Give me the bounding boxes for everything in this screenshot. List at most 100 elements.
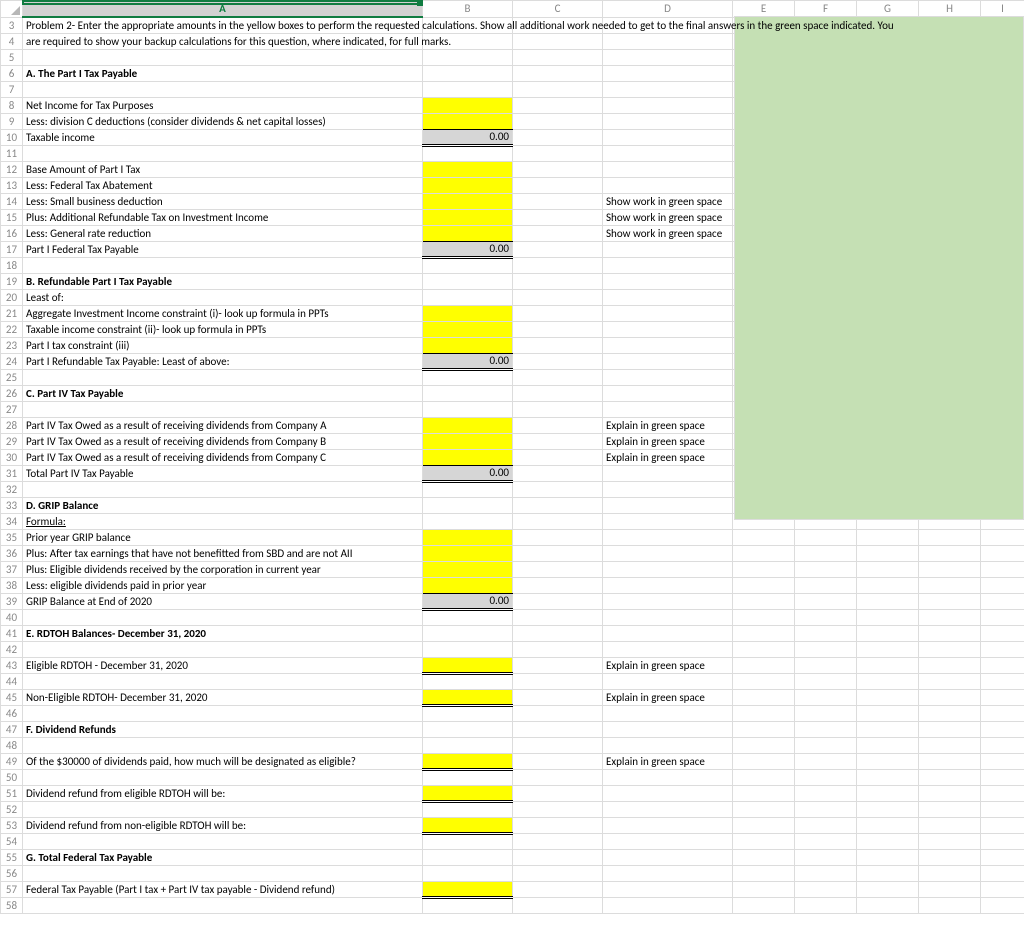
cell-I39[interactable] [981, 593, 1024, 609]
cell-A22[interactable]: Taxable income constraint (ii)- look up … [23, 321, 423, 337]
cell-C10[interactable] [513, 129, 603, 145]
cell-D48[interactable] [603, 737, 733, 753]
cell-A42[interactable] [23, 641, 423, 657]
row-header[interactable]: 22 [1, 321, 23, 337]
cell-B41[interactable] [423, 625, 513, 641]
cell-C46[interactable] [513, 705, 603, 721]
cell-C25[interactable] [513, 369, 603, 385]
cell-H49[interactable] [919, 753, 981, 769]
cell-E46[interactable] [733, 705, 795, 721]
cell-E57[interactable] [733, 881, 795, 897]
cell-A18[interactable] [23, 257, 423, 273]
cell-C7[interactable] [513, 81, 603, 97]
cell-B33[interactable] [423, 497, 513, 513]
cell-B47[interactable] [423, 721, 513, 737]
row-header[interactable]: 20 [1, 289, 23, 305]
cell-C18[interactable] [513, 257, 603, 273]
cell-E47[interactable] [733, 721, 795, 737]
cell-B56[interactable] [423, 865, 513, 881]
column-header-g[interactable]: G [857, 1, 919, 18]
row-header[interactable]: 32 [1, 481, 23, 497]
row-header[interactable]: 54 [1, 833, 23, 849]
row-header[interactable]: 7 [1, 81, 23, 97]
cell-I54[interactable] [981, 833, 1024, 849]
cell-F38[interactable] [795, 577, 857, 593]
cell-D56[interactable] [603, 865, 733, 881]
cell-B40[interactable] [423, 609, 513, 625]
row-header[interactable]: 16 [1, 225, 23, 241]
cell-B18[interactable] [423, 257, 513, 273]
cell-G54[interactable] [857, 833, 919, 849]
row-header[interactable]: 9 [1, 113, 23, 129]
cell-G43[interactable] [857, 657, 919, 673]
cell-C35[interactable] [513, 529, 603, 545]
cell-B50[interactable] [423, 769, 513, 785]
cell-D31[interactable] [603, 465, 733, 481]
cell-B32[interactable] [423, 481, 513, 497]
cell-C52[interactable] [513, 801, 603, 817]
cell-A40[interactable] [23, 609, 423, 625]
cell-I51[interactable] [981, 785, 1024, 801]
cell-H45[interactable] [919, 689, 981, 705]
cell-D8[interactable] [603, 97, 733, 113]
row-header[interactable]: 12 [1, 161, 23, 177]
cell-C34[interactable] [513, 513, 603, 529]
cell-C40[interactable] [513, 609, 603, 625]
cell-F51[interactable] [795, 785, 857, 801]
cell-D30[interactable]: Explain in green space [603, 449, 733, 465]
cell-A33[interactable]: D. GRIP Balance [23, 497, 423, 513]
row-header[interactable]: 10 [1, 129, 23, 145]
cell-C31[interactable] [513, 465, 603, 481]
cell-B8[interactable] [423, 97, 513, 113]
cell-E56[interactable] [733, 865, 795, 881]
cell-A20[interactable]: Least of: [23, 289, 423, 305]
cell-H55[interactable] [919, 849, 981, 865]
cell-B28[interactable] [423, 417, 513, 433]
cell-G48[interactable] [857, 737, 919, 753]
cell-A46[interactable] [23, 705, 423, 721]
cell-B52[interactable] [423, 801, 513, 817]
cell-A26[interactable]: C. Part IV Tax Payable [23, 385, 423, 401]
row-header[interactable]: 14 [1, 193, 23, 209]
column-header-a[interactable]: A [23, 1, 423, 18]
cell-D7[interactable] [603, 81, 733, 97]
row-header[interactable]: 11 [1, 145, 23, 161]
cell-D28[interactable]: Explain in green space [603, 417, 733, 433]
cell-D47[interactable] [603, 721, 733, 737]
cell-A29[interactable]: Part IV Tax Owed as a result of receivin… [23, 433, 423, 449]
cell-F49[interactable] [795, 753, 857, 769]
cell-A6[interactable]: A. The Part I Tax Payable [23, 65, 423, 81]
row-header[interactable]: 57 [1, 881, 23, 897]
cell-B37[interactable] [423, 561, 513, 577]
cell-E49[interactable] [733, 753, 795, 769]
cell-E50[interactable] [733, 769, 795, 785]
cell-B27[interactable] [423, 401, 513, 417]
cell-B46[interactable] [423, 705, 513, 721]
cell-A52[interactable] [23, 801, 423, 817]
cell-D11[interactable] [603, 145, 733, 161]
cell-C44[interactable] [513, 673, 603, 689]
row-header[interactable]: 38 [1, 577, 23, 593]
row-header[interactable]: 3 [1, 17, 23, 33]
cell-E54[interactable] [733, 833, 795, 849]
cell-C4[interactable] [513, 33, 603, 49]
cell-D43[interactable]: Explain in green space [603, 657, 733, 673]
cell-D21[interactable] [603, 305, 733, 321]
cell-A56[interactable] [23, 865, 423, 881]
cell-D53[interactable] [603, 817, 733, 833]
cell-G49[interactable] [857, 753, 919, 769]
cell-F55[interactable] [795, 849, 857, 865]
cell-B23[interactable] [423, 337, 513, 353]
cell-B31[interactable]: 0.00 [423, 465, 513, 481]
row-header[interactable]: 52 [1, 801, 23, 817]
cell-D58[interactable] [603, 897, 733, 913]
cell-I46[interactable] [981, 705, 1024, 721]
cell-C39[interactable] [513, 593, 603, 609]
cell-B43[interactable] [423, 657, 513, 673]
cell-D19[interactable] [603, 273, 733, 289]
cell-C36[interactable] [513, 545, 603, 561]
cell-D34[interactable] [603, 513, 733, 529]
cell-A27[interactable] [23, 401, 423, 417]
cell-A4[interactable]: are required to show your backup calcula… [23, 33, 423, 49]
cell-A39[interactable]: GRIP Balance at End of 2020 [23, 593, 423, 609]
